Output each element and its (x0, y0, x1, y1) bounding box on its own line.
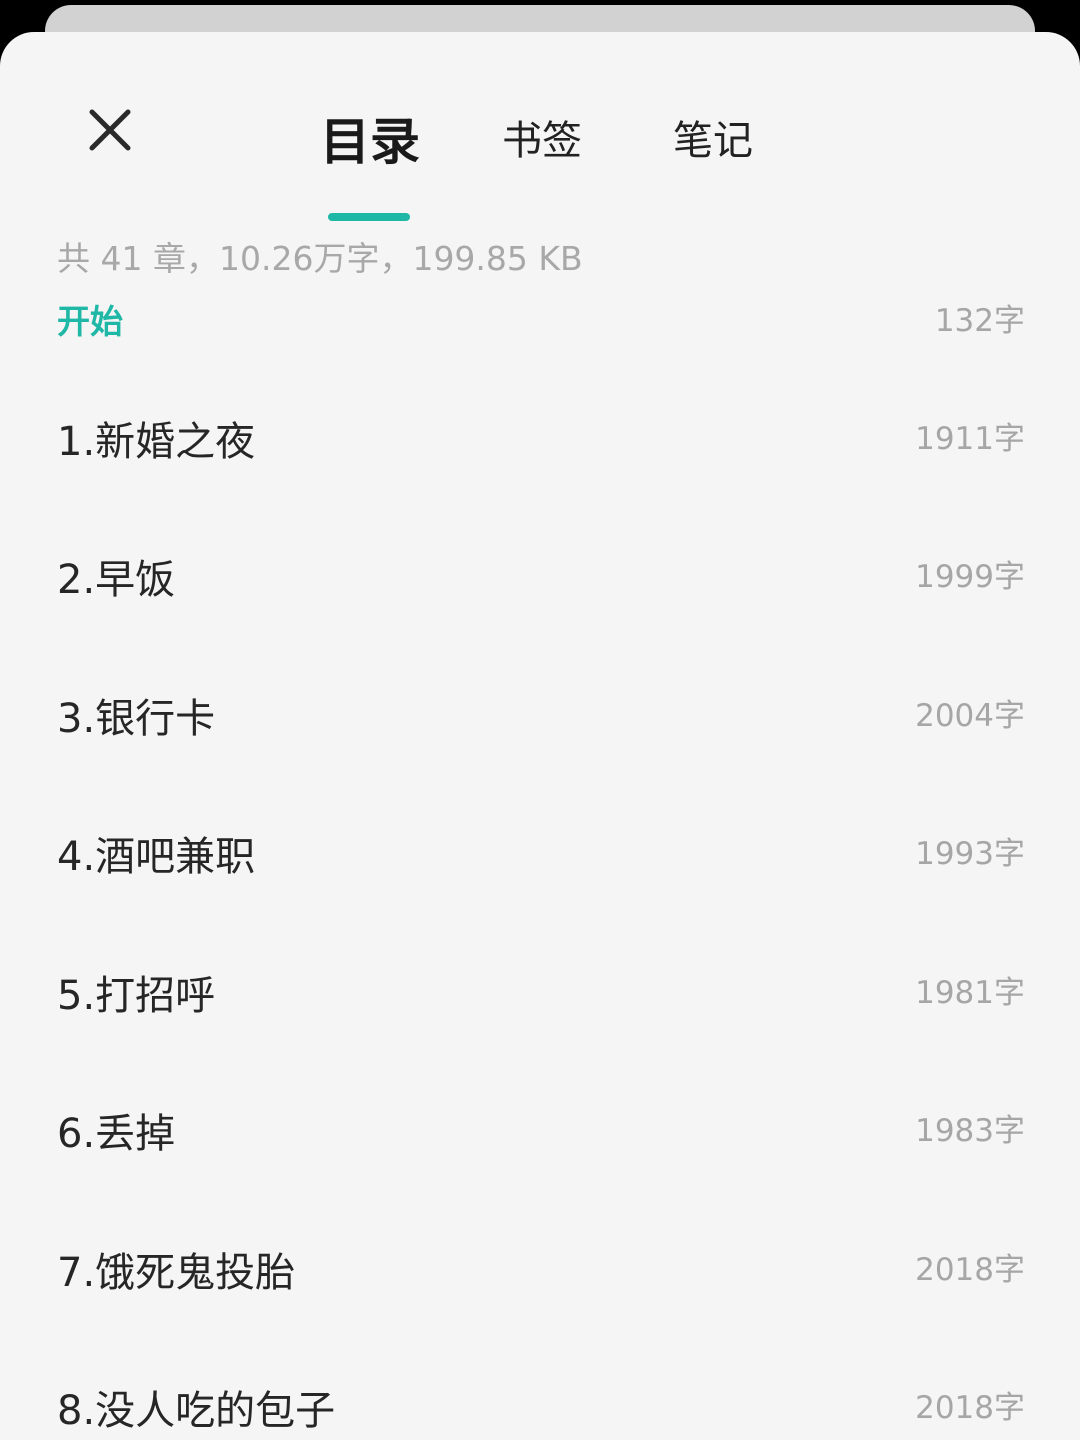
chapter-title: 7.饿死鬼投胎 (57, 1250, 296, 1296)
chapter-title: 2.早饭 (57, 557, 176, 603)
catalog-panel: 目录 书签 笔记 共 41 章，10.26万字，199.85 KB 开始 132字… (0, 32, 1080, 1440)
chapter-item[interactable]: 2.早饭 1999字 (0, 537, 1080, 657)
chapter-word-count: 1983字 (915, 1113, 1025, 1149)
chapter-title: 6.丢掉 (57, 1111, 176, 1157)
chapter-word-count: 1999字 (915, 559, 1025, 595)
chapter-word-count: 2004字 (915, 698, 1025, 734)
chapter-item[interactable]: 8.没人吃的包子 2018字 (0, 1368, 1080, 1440)
chapter-item[interactable]: 开始 132字 (0, 287, 1080, 407)
chapter-word-count: 1993字 (915, 836, 1025, 872)
chapter-word-count: 2018字 (915, 1390, 1025, 1426)
chapter-item[interactable]: 6.丢掉 1983字 (0, 1091, 1080, 1211)
chapter-title: 4.酒吧兼职 (57, 834, 256, 880)
chapter-word-count: 1981字 (915, 975, 1025, 1011)
chapter-list: 开始 132字 1.新婚之夜 1911字 2.早饭 1999字 3.银行卡 2004字 4.酒吧… (0, 32, 1080, 1440)
chapter-item[interactable]: 5.打招呼 1981字 (0, 953, 1080, 1073)
chapter-item[interactable]: 3.银行卡 2004字 (0, 676, 1080, 796)
chapter-title: 1.新婚之夜 (57, 419, 256, 465)
chapter-item[interactable]: 4.酒吧兼职 1993字 (0, 814, 1080, 934)
chapter-word-count: 132字 (934, 303, 1025, 339)
chapter-title: 8.没人吃的包子 (57, 1388, 336, 1434)
chapter-title: 3.银行卡 (57, 696, 216, 742)
chapter-word-count: 2018字 (915, 1252, 1025, 1288)
chapter-item[interactable]: 7.饿死鬼投胎 2018字 (0, 1230, 1080, 1350)
chapter-title: 5.打招呼 (57, 973, 216, 1019)
chapter-title: 开始 (57, 302, 123, 341)
chapter-word-count: 1911字 (915, 421, 1025, 457)
chapter-item[interactable]: 1.新婚之夜 1911字 (0, 399, 1080, 519)
